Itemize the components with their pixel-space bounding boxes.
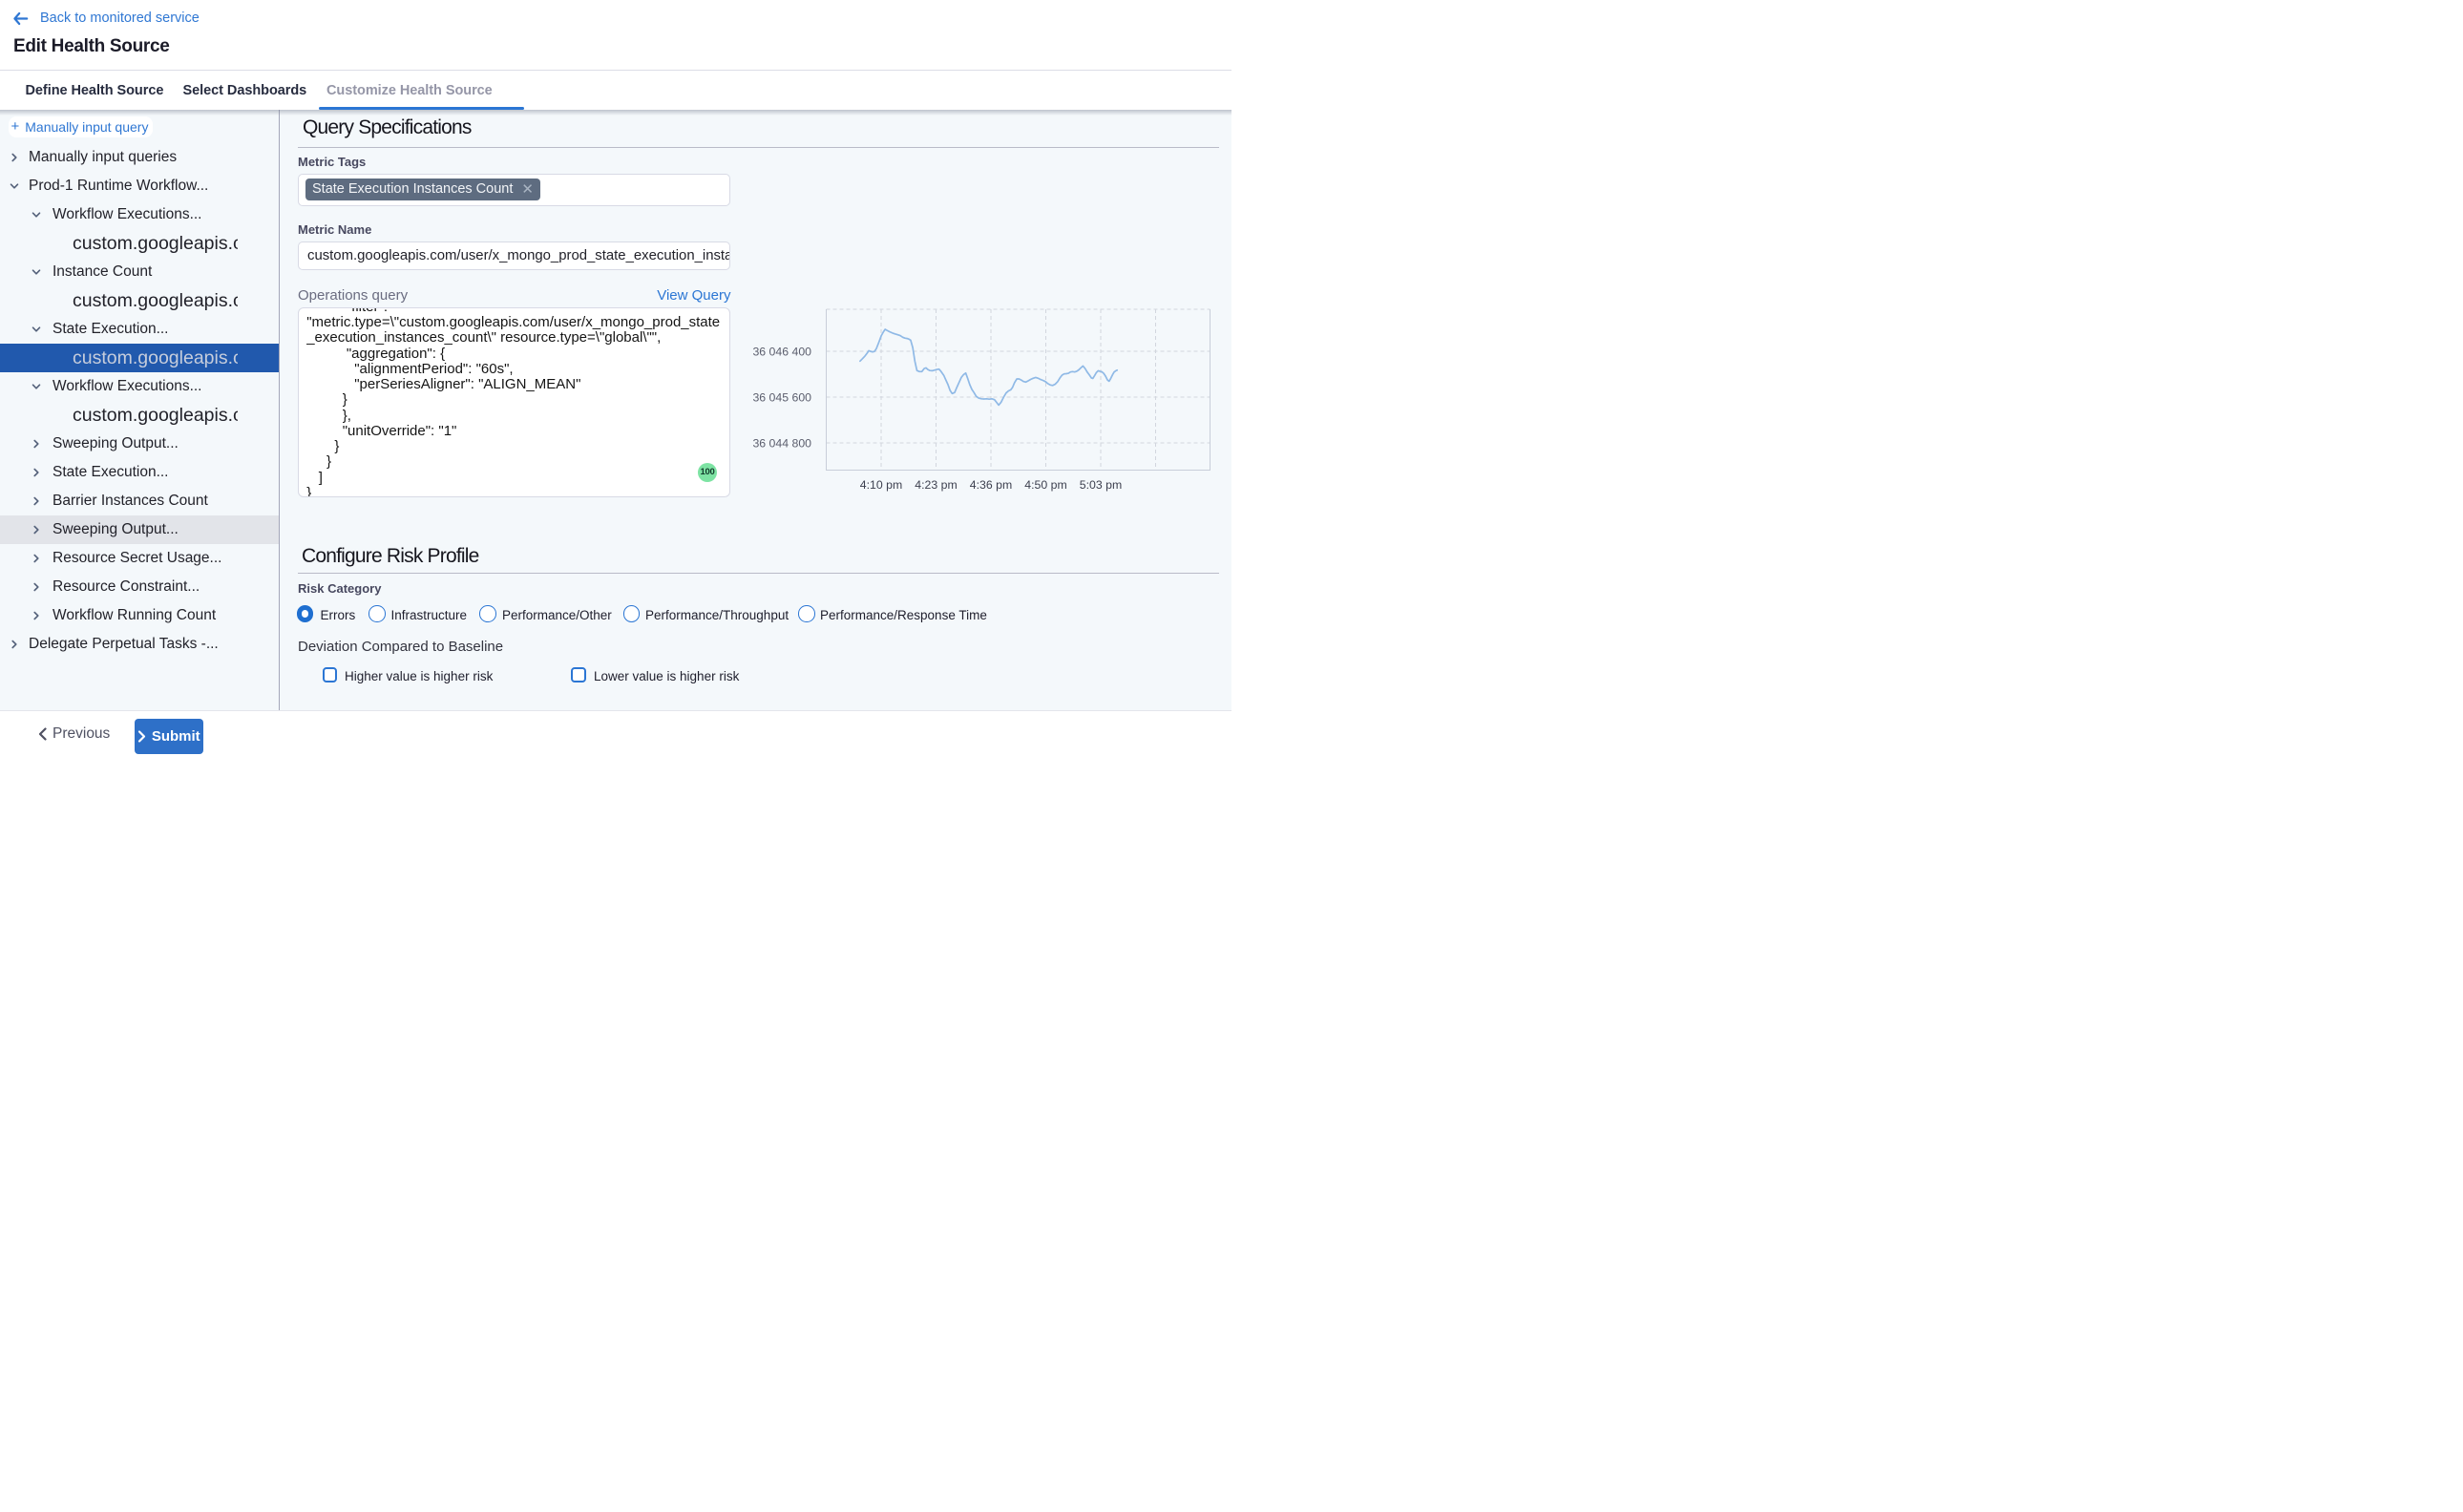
svg-text:4:36 pm: 4:36 pm <box>970 478 1012 492</box>
svg-text:4:23 pm: 4:23 pm <box>915 478 957 492</box>
svg-text:36 045 600: 36 045 600 <box>752 391 811 405</box>
svg-text:36 044 800: 36 044 800 <box>752 437 811 451</box>
svg-text:5:03 pm: 5:03 pm <box>1080 478 1122 492</box>
svg-text:36 046 400: 36 046 400 <box>752 346 811 359</box>
svg-text:4:50 pm: 4:50 pm <box>1024 478 1066 492</box>
svg-text:4:10 pm: 4:10 pm <box>860 478 902 492</box>
